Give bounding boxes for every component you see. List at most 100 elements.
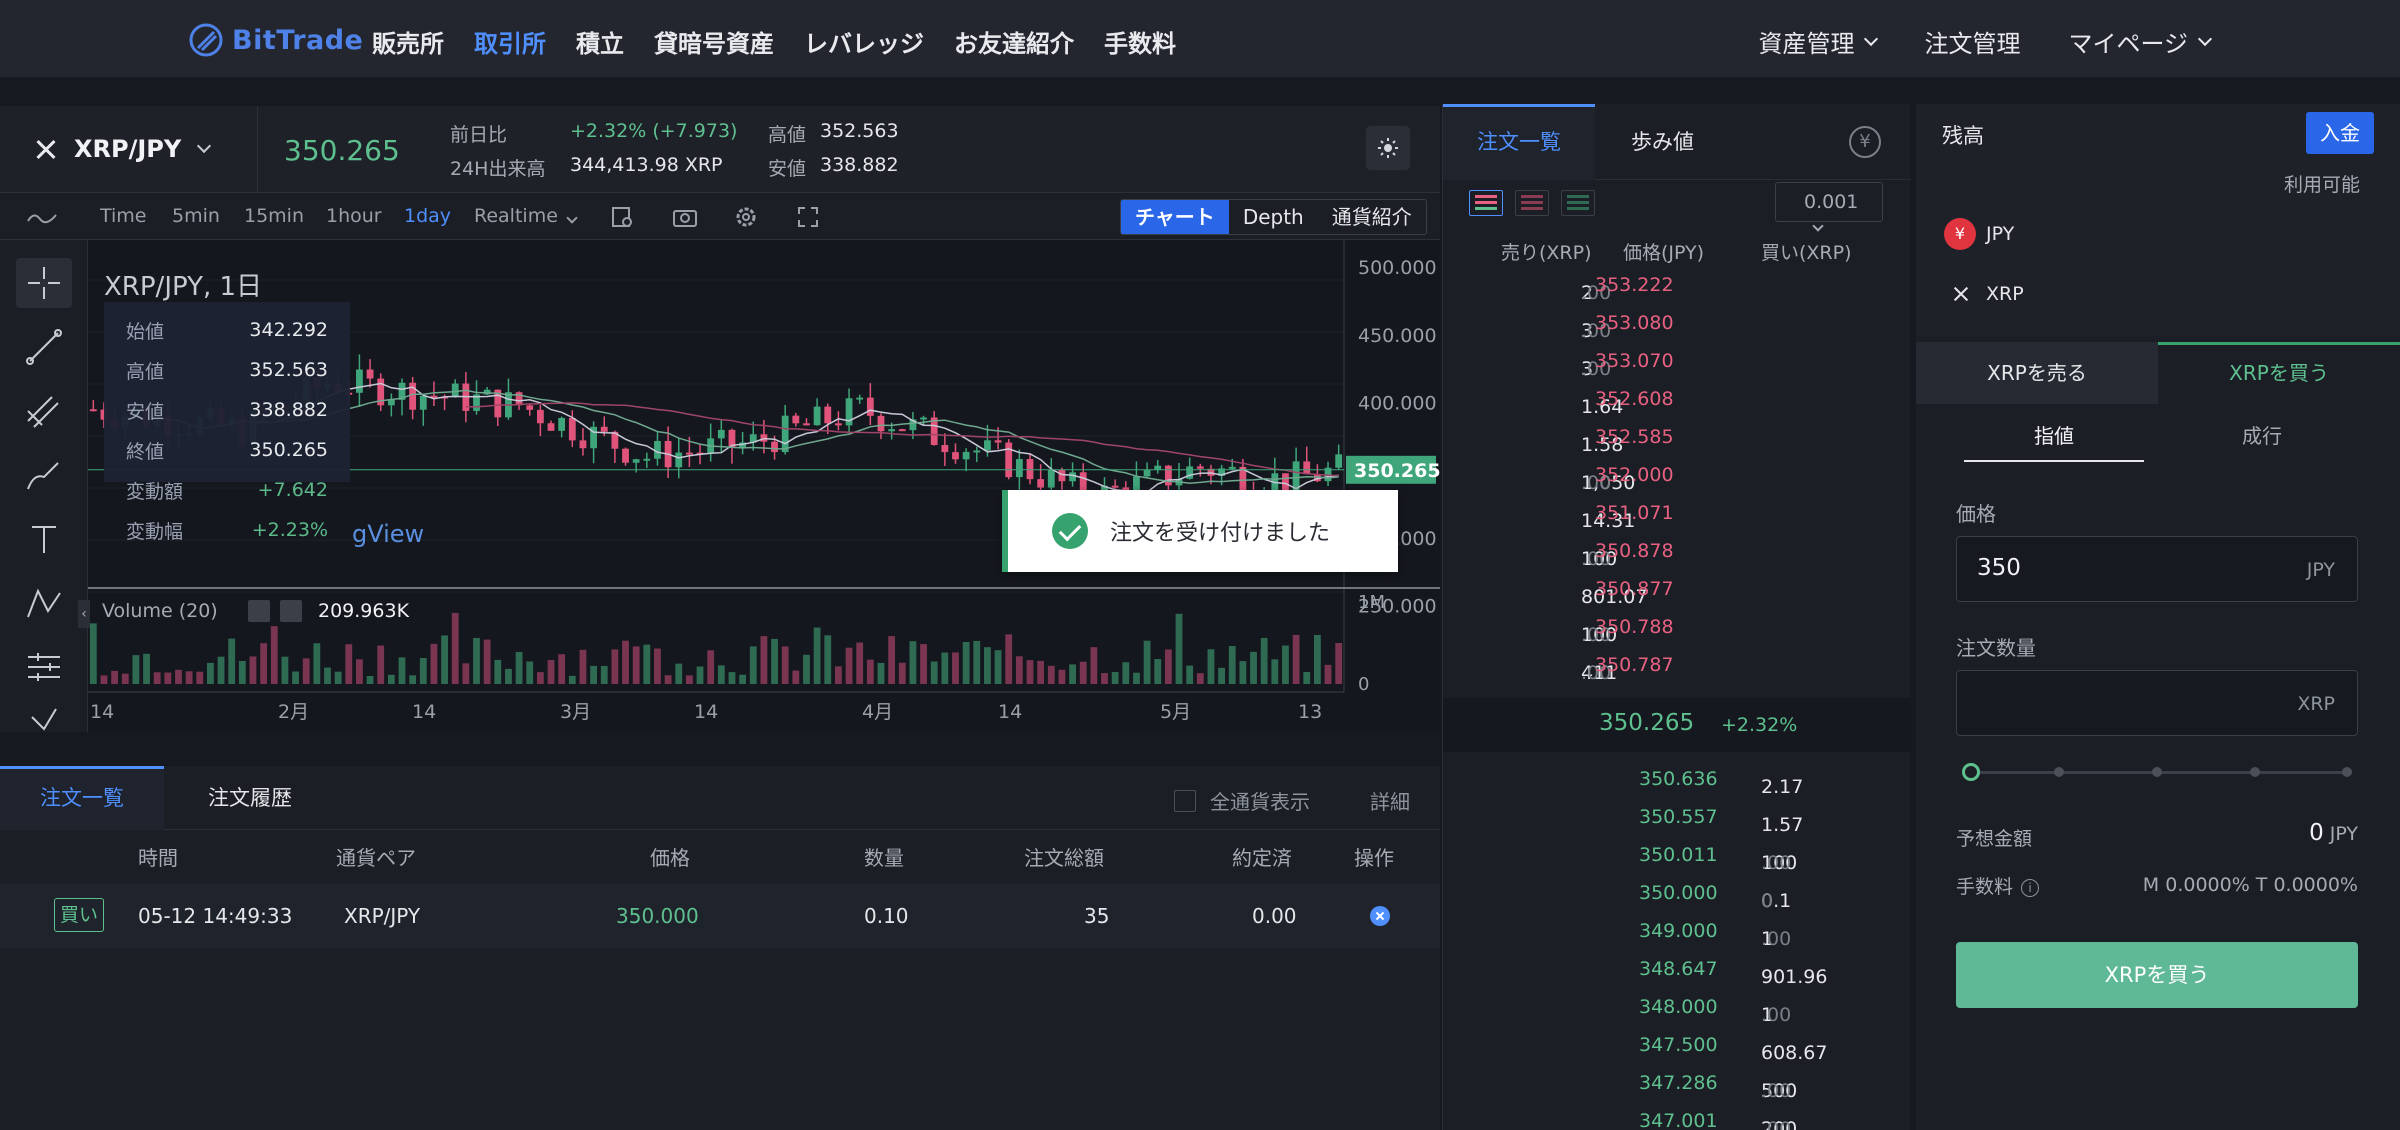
view-depth-button[interactable]: Depth [1229, 200, 1318, 234]
bid-row[interactable]: 348.000 1.00 [1443, 988, 1911, 1026]
slider-step-75[interactable] [2250, 767, 2260, 777]
theme-toggle-button[interactable] [1366, 126, 1410, 170]
candle-body [1196, 466, 1204, 469]
fib-tool[interactable] [16, 386, 72, 436]
ask-row[interactable]: 1.58 352.585 [1443, 418, 1911, 456]
nav-torihikisho[interactable]: 取引所 [474, 24, 546, 59]
tab-market[interactable]: 成行 [2172, 420, 2352, 462]
bid-row[interactable]: 350.011 100.00 [1443, 836, 1911, 874]
volume-settings-icon[interactable] [248, 600, 270, 622]
bid-row[interactable]: 347.286 500.00 [1443, 1064, 1911, 1102]
orders-detail-link[interactable]: 詳細 [1370, 786, 1410, 815]
tab-book-orders[interactable]: 注文一覧 [1443, 104, 1595, 180]
nav-fees[interactable]: 手数料 [1104, 24, 1176, 59]
camera-icon[interactable] [672, 205, 698, 229]
ask-row[interactable]: 100.00 350.878 [1443, 532, 1911, 570]
settings-gear-icon[interactable] [734, 205, 758, 229]
ask-row[interactable]: 2.00 353.222 [1443, 266, 1911, 304]
tab-sell-xrp[interactable]: XRPを売る [1916, 342, 2158, 404]
bid-row[interactable]: 349.000 1.00 [1443, 912, 1911, 950]
interval-time[interactable]: Time [100, 205, 147, 227]
volume-close-icon[interactable] [280, 600, 302, 622]
deposit-button[interactable]: 入金 [2306, 112, 2374, 154]
slider-step-100[interactable] [2342, 767, 2352, 777]
fullscreen-icon[interactable] [796, 205, 820, 229]
view-coin-info-button[interactable]: 通貨紹介 [1318, 200, 1426, 234]
interval-15min[interactable]: 15min [244, 205, 304, 227]
book-mode-both-icon[interactable] [1469, 190, 1503, 216]
nav-lending[interactable]: 貸暗号資産 [654, 24, 774, 59]
bid-row[interactable]: 348.647 901.96 [1443, 950, 1911, 988]
ask-row[interactable]: 14.31 351.071 [1443, 494, 1911, 532]
nav-hanbaisho[interactable]: 販売所 [372, 24, 444, 59]
nav-leverage[interactable]: レバレッジ [804, 24, 924, 59]
quantity-input[interactable]: XRP [1956, 670, 2358, 736]
trendline-tool[interactable] [16, 322, 72, 372]
all-currency-toggle[interactable]: 全通貨表示 [1174, 786, 1310, 815]
book-mode-bids-icon[interactable] [1561, 190, 1595, 216]
y-tick-label: 450.000 [1358, 325, 1437, 347]
more-tools[interactable] [16, 692, 72, 742]
ask-row[interactable]: 411.00 350.787 [1443, 646, 1911, 684]
ask-row[interactable]: 801.07 350.877 [1443, 570, 1911, 608]
tab-buy-xrp[interactable]: XRPを買う [2158, 342, 2400, 404]
chart-style-icon[interactable] [26, 207, 60, 227]
volume-bar [473, 637, 480, 684]
bid-row[interactable]: 350.000 0.1 0 [1443, 874, 1911, 912]
ask-row[interactable]: 1,050.00 352.000 [1443, 456, 1911, 494]
ask-row[interactable]: 100.00 350.788 [1443, 608, 1911, 646]
collapse-arrow-icon[interactable]: ‹ [78, 600, 90, 628]
interval-1day[interactable]: 1day [404, 205, 451, 227]
ask-row[interactable]: 3.00 353.080 [1443, 304, 1911, 342]
ask-row[interactable]: 1.64 352.608 [1443, 380, 1911, 418]
pair-selector[interactable]: XRP/JPY [0, 106, 258, 192]
brush-tool[interactable] [16, 450, 72, 500]
interval-5min[interactable]: 5min [172, 205, 220, 227]
yen-icon[interactable]: ¥ [1849, 126, 1881, 158]
brand-logo[interactable]: BitTrade [188, 22, 363, 58]
volume-bar [1292, 634, 1300, 684]
tab-trade-history[interactable]: 歩み値 [1597, 104, 1728, 180]
info-icon[interactable]: i [2021, 878, 2040, 897]
bid-row[interactable]: 347.500 608.67 [1443, 1026, 1911, 1064]
slider-step-25[interactable] [2054, 767, 2064, 777]
nav-order-management[interactable]: 注文管理 [1924, 24, 2020, 59]
nav-mypage[interactable]: マイページ [2068, 24, 2213, 59]
table-row: 買い 05-12 14:49:33 XRP/JPY 350.000 0.10 3… [0, 884, 1440, 948]
volume-bar [930, 661, 938, 684]
pattern-tool[interactable] [16, 578, 72, 628]
tab-limit[interactable]: 指値 [1964, 420, 2144, 462]
bid-row[interactable]: 347.001 200.00 [1443, 1102, 1911, 1130]
crosshair-tool[interactable] [16, 258, 72, 308]
x-tick-label: 13 [1298, 701, 1322, 723]
interval-1hour[interactable]: 1hour [326, 205, 382, 227]
precision-select[interactable]: 0.001 [1775, 182, 1883, 232]
cancel-order-icon[interactable] [1370, 906, 1390, 926]
slider-handle[interactable] [1962, 763, 1980, 781]
text-tool[interactable] [16, 514, 72, 564]
nav-asset-management[interactable]: 資産管理 [1758, 24, 1879, 59]
all-currency-checkbox[interactable] [1174, 789, 1196, 812]
indicator-icon[interactable] [610, 205, 634, 229]
balance-title: 残高 [1942, 124, 1984, 148]
tab-order-history[interactable]: 注文履歴 [168, 766, 332, 830]
ask-row[interactable]: 3.00 353.070 [1443, 342, 1911, 380]
ask-price: 352.585 [1595, 426, 1674, 448]
view-chart-button[interactable]: チャート [1121, 200, 1229, 234]
chevron-down-icon [197, 138, 212, 154]
buy-xrp-button[interactable]: XRPを買う [1956, 942, 2358, 1008]
measure-tool[interactable] [16, 642, 72, 692]
slider-step-50[interactable] [2152, 767, 2162, 777]
price-input[interactable]: 350 JPY [1956, 536, 2358, 602]
nav-referral[interactable]: お友達紹介 [954, 24, 1074, 59]
tab-open-orders[interactable]: 注文一覧 [0, 766, 164, 830]
bid-row[interactable]: 350.636 2.17 [1443, 760, 1911, 798]
ohlc-row: 変動幅 +2.23% [126, 510, 328, 550]
bid-row[interactable]: 350.557 1.57 [1443, 798, 1911, 836]
nav-tsumitate[interactable]: 積立 [576, 24, 624, 59]
quantity-slider[interactable] [1962, 762, 2352, 782]
candle-body [558, 417, 566, 431]
interval-realtime[interactable]: Realtime [474, 205, 578, 227]
chart-view-toggle: チャート Depth 通貨紹介 [1120, 199, 1427, 235]
book-mode-asks-icon[interactable] [1515, 190, 1549, 216]
